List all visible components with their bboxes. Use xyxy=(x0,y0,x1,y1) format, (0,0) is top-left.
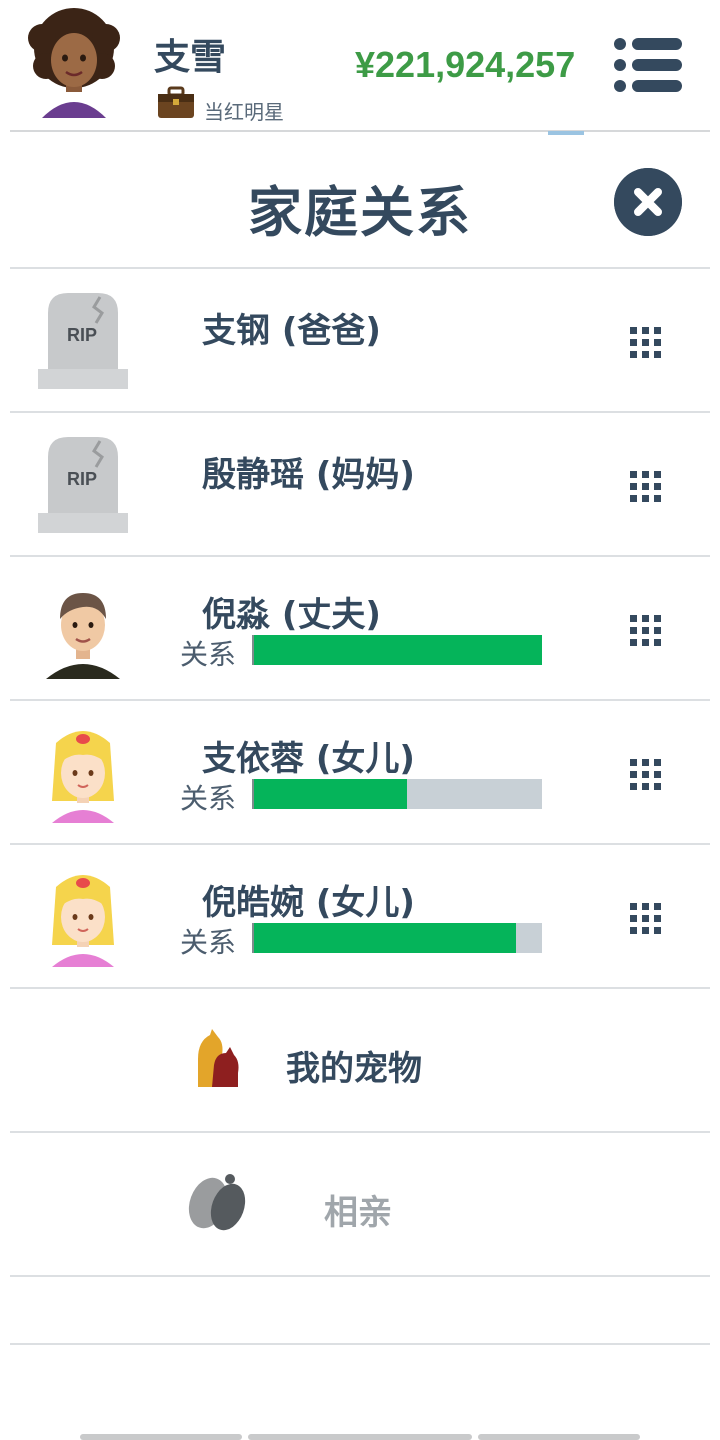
member-name: 支依蓉 (女儿) xyxy=(202,739,415,779)
grid-dots-icon[interactable] xyxy=(628,757,664,793)
pets-button[interactable]: 我的宠物 xyxy=(10,989,710,1131)
member-name: 倪皓婉 (女儿) xyxy=(202,883,415,923)
pets-icon xyxy=(198,1029,239,1087)
bottom-bar-segment xyxy=(478,1434,640,1440)
member-name: 殷静瑶 (妈妈) xyxy=(202,455,415,495)
member-name: 倪淼 (丈夫) xyxy=(202,595,381,635)
family-row-father: RIP 支钢 (爸爸) xyxy=(10,269,710,411)
tombstone-icon: RIP xyxy=(38,437,128,533)
money-balance: ¥221,924,257 xyxy=(355,44,576,85)
top-status-bar: 支雪 当红明星 ¥221,924,257 xyxy=(0,0,720,130)
relationship-bar xyxy=(252,635,542,665)
relationship-bar-fill xyxy=(254,923,517,953)
relationship-bar xyxy=(252,779,542,809)
divider xyxy=(10,1275,710,1277)
relationship-label: 关系 xyxy=(180,926,237,959)
relationship-bar xyxy=(252,923,542,953)
family-row-daughter-2: 倪皓婉 (女儿) 关系 xyxy=(10,845,710,987)
bottom-bar-segment xyxy=(80,1434,242,1440)
panel-title: 家庭关系 xyxy=(248,181,472,244)
relationship-bar-fill xyxy=(254,779,407,809)
husband-avatar xyxy=(46,593,120,679)
grid-dots-icon[interactable] xyxy=(628,901,664,937)
daughter-avatar xyxy=(52,731,114,823)
bottom-bar-segment xyxy=(248,1434,472,1440)
grid-dots-icon[interactable] xyxy=(628,613,664,649)
relationship-label: 关系 xyxy=(180,782,237,815)
list-menu-icon[interactable] xyxy=(610,36,686,94)
player-avatar[interactable] xyxy=(24,8,124,118)
tombstone-text: RIP xyxy=(67,325,97,345)
relationship-bar-fill xyxy=(254,635,542,665)
family-row-husband: 倪淼 (丈夫) 关系 xyxy=(10,557,710,699)
tombstone-icon: RIP xyxy=(38,293,128,389)
briefcase-icon xyxy=(158,86,194,118)
dating-label: 相亲 xyxy=(324,1193,392,1233)
pets-label: 我的宠物 xyxy=(286,1049,422,1089)
dating-button[interactable]: 相亲 xyxy=(10,1133,710,1275)
close-icon[interactable] xyxy=(614,168,682,236)
grid-dots-icon[interactable] xyxy=(628,469,664,505)
player-name: 支雪 xyxy=(154,37,227,78)
divider xyxy=(10,1343,710,1345)
scroll-indicator xyxy=(548,131,584,135)
member-name: 支钢 (爸爸) xyxy=(202,311,381,351)
grid-dots-icon[interactable] xyxy=(628,325,664,361)
header-divider xyxy=(10,130,710,132)
tombstone-text: RIP xyxy=(67,469,97,489)
dating-icon xyxy=(188,1174,246,1231)
family-row-daughter-1: 支依蓉 (女儿) 关系 xyxy=(10,701,710,843)
family-row-mother: RIP 殷静瑶 (妈妈) xyxy=(10,413,710,555)
relationship-label: 关系 xyxy=(180,638,237,671)
daughter-avatar xyxy=(52,875,114,967)
job-title: 当红明星 xyxy=(204,100,284,124)
